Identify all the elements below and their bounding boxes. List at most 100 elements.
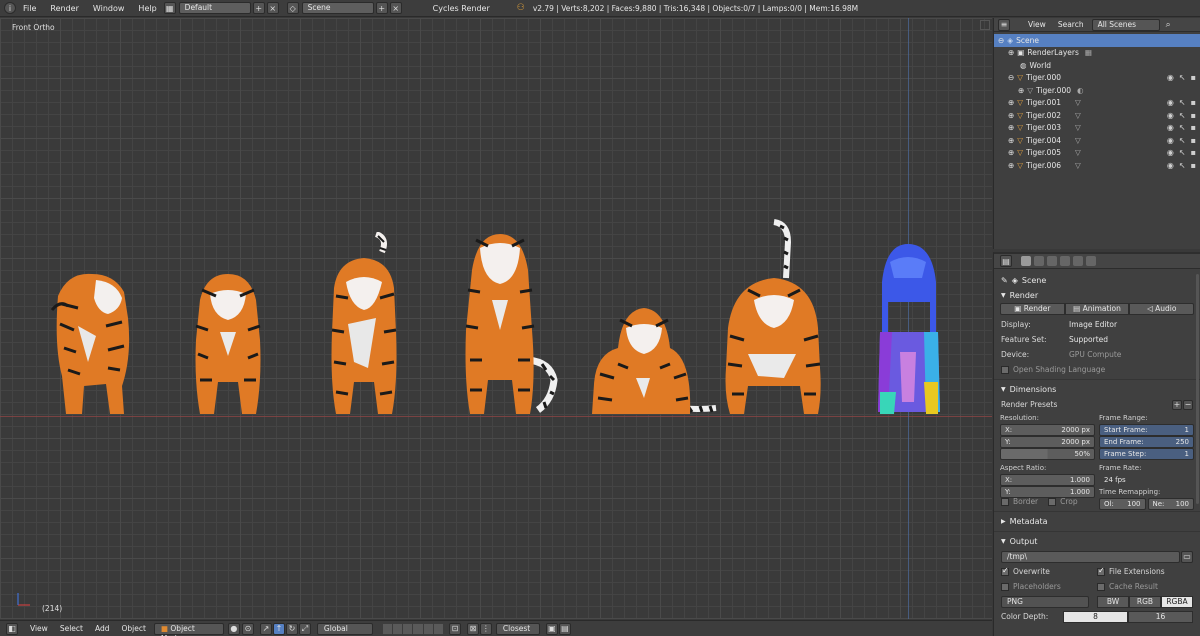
render-engine-dropdown[interactable]: Cycles Render bbox=[426, 4, 497, 13]
properties-editor-icon[interactable]: ▤ bbox=[1000, 255, 1012, 267]
menu-add[interactable]: Add bbox=[89, 624, 116, 633]
expand-icon[interactable]: ⊕ bbox=[1008, 148, 1014, 157]
color-bw-button[interactable]: BW bbox=[1097, 595, 1129, 608]
manipulator-toggle-icon[interactable]: ↗ bbox=[259, 622, 272, 635]
aspect-x-field[interactable]: X: 1.000 bbox=[1000, 474, 1095, 486]
visibility-controls[interactable]: ◉ ↖ ▪ bbox=[1167, 161, 1196, 170]
framerate-dropdown[interactable]: 24 fps bbox=[1099, 474, 1194, 486]
visibility-controls[interactable]: ◉ ↖ ▪ bbox=[1167, 148, 1196, 157]
snap-toggle-icon[interactable]: ⊠ bbox=[466, 622, 479, 635]
delete-scene-icon[interactable]: × bbox=[389, 2, 402, 14]
expand-icon[interactable]: ⊕ bbox=[1018, 86, 1024, 95]
snap-element-icon[interactable]: ⋮ bbox=[479, 622, 492, 635]
tiger-007-uv-model[interactable] bbox=[876, 242, 942, 418]
outliner-item-tiger-000[interactable]: ⊖ ▽ Tiger.000 ◉ ↖ ▪ bbox=[994, 72, 1200, 85]
outliner-item-tiger-000-mesh[interactable]: ⊕ ▽ Tiger.000 ◐ bbox=[994, 84, 1200, 97]
3d-viewport[interactable]: Front Ortho (214) bbox=[0, 18, 992, 619]
tab-renderlayers-icon[interactable] bbox=[1034, 256, 1044, 266]
pin-icon[interactable]: ✎ bbox=[1001, 276, 1008, 285]
add-preset-icon[interactable]: + bbox=[1172, 399, 1182, 410]
expand-icon[interactable]: ⊕ bbox=[1008, 98, 1014, 107]
mode-dropdown[interactable]: ■ Object Mode bbox=[153, 622, 224, 636]
scale-manipulator-icon[interactable]: ⤢ bbox=[298, 622, 311, 635]
translate-manipulator-icon[interactable]: ↑ bbox=[272, 622, 285, 635]
outliner-display-mode-dropdown[interactable]: All Scenes bbox=[1091, 18, 1160, 31]
render-button[interactable]: ▣ Render bbox=[1000, 303, 1065, 315]
tiger-001-model[interactable] bbox=[48, 266, 132, 418]
tiger-004-model[interactable] bbox=[462, 230, 560, 418]
tiger-002-model[interactable] bbox=[192, 270, 264, 418]
dimensions-panel-header[interactable]: ▼ Dimensions bbox=[994, 382, 1200, 397]
outliner-item-tiger-001[interactable]: ⊕ ▽ Tiger.001 ▽ ◉ ↖ ▪ bbox=[994, 97, 1200, 110]
audio-button[interactable]: ◁ Audio bbox=[1129, 303, 1195, 315]
scene-field[interactable]: Scene bbox=[301, 2, 374, 14]
visibility-controls[interactable]: ◉ ↖ ▪ bbox=[1167, 123, 1196, 132]
visibility-controls[interactable]: ◉ ↖ ▪ bbox=[1167, 73, 1196, 82]
outliner-item-tiger-006[interactable]: ⊕ ▽ Tiger.006 ▽ ◉ ↖ ▪ bbox=[994, 159, 1200, 172]
delete-layout-icon[interactable]: × bbox=[266, 2, 279, 14]
collapse-icon[interactable]: ⊖ bbox=[1008, 73, 1014, 82]
remap-new-field[interactable]: Ne: 100 bbox=[1147, 498, 1194, 510]
menu-object[interactable]: Object bbox=[115, 624, 151, 633]
scene-icon[interactable]: ◇ bbox=[286, 2, 299, 14]
pivot-point-icon[interactable]: ⊙ bbox=[241, 622, 254, 635]
menu-view[interactable]: View bbox=[24, 624, 54, 633]
outliner-editor-icon[interactable]: ≡ bbox=[998, 18, 1010, 31]
render-animation-icon[interactable]: ▤ bbox=[558, 622, 571, 635]
start-frame-field[interactable]: Start Frame: 1 bbox=[1099, 424, 1194, 436]
tab-world-icon[interactable] bbox=[1060, 256, 1070, 266]
metadata-panel-header[interactable]: ▶ Metadata bbox=[994, 514, 1200, 529]
expand-icon[interactable]: ⊕ bbox=[1008, 123, 1014, 132]
outliner-item-scene[interactable]: ⊖ ◈ Scene bbox=[994, 34, 1200, 47]
visibility-controls[interactable]: ◉ ↖ ▪ bbox=[1167, 111, 1196, 120]
menu-window[interactable]: Window bbox=[86, 4, 132, 13]
screen-layout-field[interactable]: Default bbox=[178, 2, 251, 14]
file-format-dropdown[interactable]: PNG bbox=[1001, 595, 1089, 608]
visibility-controls[interactable]: ◉ ↖ ▪ bbox=[1167, 136, 1196, 145]
viewport-shading-icon[interactable]: ● bbox=[227, 622, 240, 635]
device-dropdown[interactable]: GPU Compute bbox=[1063, 348, 1193, 361]
cache-result-checkbox[interactable] bbox=[1097, 583, 1105, 591]
osl-checkbox[interactable] bbox=[1001, 365, 1009, 374]
menu-select[interactable]: Select bbox=[54, 624, 89, 633]
expand-icon[interactable]: ⊕ bbox=[1008, 161, 1014, 170]
expand-icon[interactable]: ⊕ bbox=[1008, 136, 1014, 145]
end-frame-field[interactable]: End Frame: 250 bbox=[1099, 436, 1194, 448]
tiger-003-model[interactable] bbox=[326, 232, 402, 418]
menu-file[interactable]: File bbox=[16, 4, 43, 13]
border-checkbox[interactable] bbox=[1001, 497, 1009, 506]
layer-buttons[interactable] bbox=[382, 623, 443, 634]
overwrite-checkbox[interactable] bbox=[1001, 566, 1009, 576]
expand-icon[interactable]: ⊕ bbox=[1008, 48, 1014, 57]
menu-help[interactable]: Help bbox=[131, 4, 163, 13]
render-panel-header[interactable]: ▼ Render bbox=[994, 288, 1200, 303]
add-layout-icon[interactable]: + bbox=[252, 2, 265, 14]
file-extensions-checkbox[interactable] bbox=[1097, 566, 1105, 576]
tiger-006-model[interactable] bbox=[718, 218, 824, 418]
info-editor-icon[interactable]: i bbox=[4, 2, 16, 14]
outliner-search-icon[interactable]: ⌕ bbox=[1166, 20, 1171, 30]
outliner-menu-view[interactable]: View bbox=[1022, 20, 1052, 29]
area-split-icon[interactable] bbox=[980, 20, 990, 30]
screen-layout-icon[interactable]: ▦ bbox=[163, 2, 176, 14]
editor-type-icon[interactable]: ◧ bbox=[6, 622, 18, 635]
color-rgb-button[interactable]: RGB bbox=[1129, 595, 1161, 608]
remap-old-field[interactable]: Ol: 100 bbox=[1099, 498, 1146, 510]
tab-constraints-icon[interactable] bbox=[1086, 256, 1096, 266]
crop-checkbox[interactable] bbox=[1048, 497, 1057, 506]
transform-orientation-dropdown[interactable]: Global bbox=[316, 622, 373, 635]
depth-8-button[interactable]: 8 bbox=[1063, 610, 1128, 623]
resolution-y-field[interactable]: Y: 2000 px bbox=[1000, 436, 1095, 448]
feature-set-dropdown[interactable]: Supported bbox=[1063, 333, 1193, 346]
placeholders-checkbox[interactable] bbox=[1001, 583, 1009, 591]
render-presets-dropdown[interactable]: Render Presets bbox=[1001, 400, 1172, 409]
add-scene-icon[interactable]: + bbox=[375, 2, 388, 14]
tab-object-icon[interactable] bbox=[1073, 256, 1083, 266]
render-preview-icon[interactable]: ▣ bbox=[545, 622, 558, 635]
output-panel-header[interactable]: ▼ Output bbox=[994, 534, 1200, 549]
tab-scene-icon[interactable] bbox=[1047, 256, 1057, 266]
properties-scrollbar[interactable] bbox=[1196, 274, 1199, 504]
animation-button[interactable]: ▤ Animation bbox=[1064, 303, 1130, 315]
visibility-controls[interactable]: ◉ ↖ ▪ bbox=[1167, 98, 1196, 107]
remove-preset-icon[interactable]: − bbox=[1183, 399, 1193, 410]
